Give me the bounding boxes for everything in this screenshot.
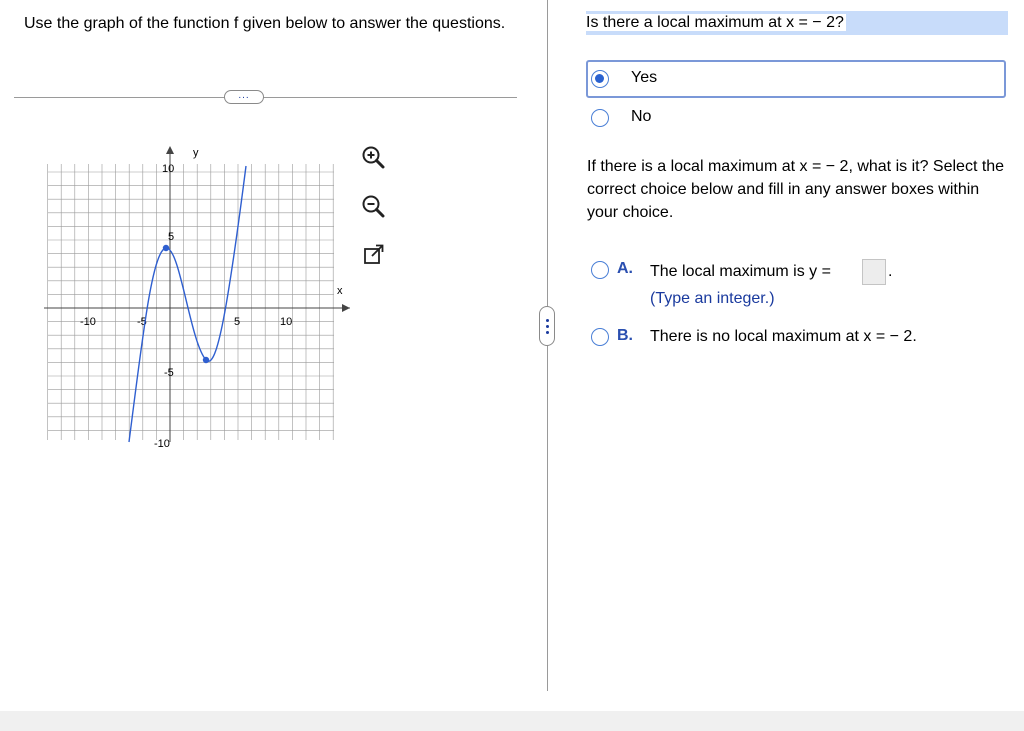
choice-b-letter: B. bbox=[617, 327, 633, 344]
x-tick-label: 10 bbox=[280, 316, 292, 328]
choice-b-text: There is no local maximum at x = − 2. bbox=[650, 328, 917, 345]
choice-a-period: . bbox=[888, 263, 893, 280]
x-tick-label: -10 bbox=[80, 316, 96, 328]
divider bbox=[14, 97, 517, 98]
radio-choice-b[interactable] bbox=[591, 328, 609, 346]
zoom-in-icon[interactable] bbox=[360, 144, 386, 170]
y-tick-label: 10 bbox=[162, 163, 174, 175]
instructions: Use the graph of the function f given be… bbox=[24, 15, 506, 32]
radio-yes[interactable] bbox=[591, 70, 609, 88]
choice-a-hint: (Type an integer.) bbox=[650, 290, 775, 307]
radio-no[interactable] bbox=[591, 109, 609, 127]
option-yes-label[interactable]: Yes bbox=[631, 68, 657, 88]
graph-grid bbox=[47, 164, 334, 440]
question-2-prompt: If there is a local maximum at x = − 2, … bbox=[587, 158, 1005, 221]
local-max-point bbox=[162, 244, 170, 252]
question-1-text: Is there a local maximum at x = − 2? bbox=[586, 14, 846, 31]
function-graph: x y -10 -5 5 10 10 5 -5 -10 bbox=[44, 146, 350, 450]
y-tick-label: -5 bbox=[164, 367, 174, 379]
zoom-out-icon[interactable] bbox=[360, 193, 386, 219]
radio-choice-a[interactable] bbox=[591, 261, 609, 279]
choice-a-letter: A. bbox=[617, 260, 633, 277]
x-axis-label: x bbox=[337, 285, 343, 297]
footer-bar bbox=[0, 711, 1024, 731]
popout-icon[interactable] bbox=[361, 242, 387, 268]
local-max-answer-input[interactable] bbox=[862, 259, 886, 285]
y-tick-label: -10 bbox=[154, 438, 170, 450]
option-no-label[interactable]: No bbox=[631, 107, 651, 127]
local-min-point bbox=[202, 356, 210, 364]
more-button[interactable]: ... bbox=[224, 90, 264, 104]
y-axis-label: y bbox=[193, 147, 199, 159]
y-axis bbox=[166, 146, 174, 442]
question-1: Is there a local maximum at x = − 2? bbox=[586, 11, 1008, 35]
y-tick-label: 5 bbox=[168, 231, 174, 243]
panel-resize-handle[interactable] bbox=[539, 306, 555, 346]
x-tick-label: 5 bbox=[234, 316, 240, 328]
choice-a-text: The local maximum is y = bbox=[650, 263, 831, 280]
function-curve bbox=[128, 165, 247, 443]
